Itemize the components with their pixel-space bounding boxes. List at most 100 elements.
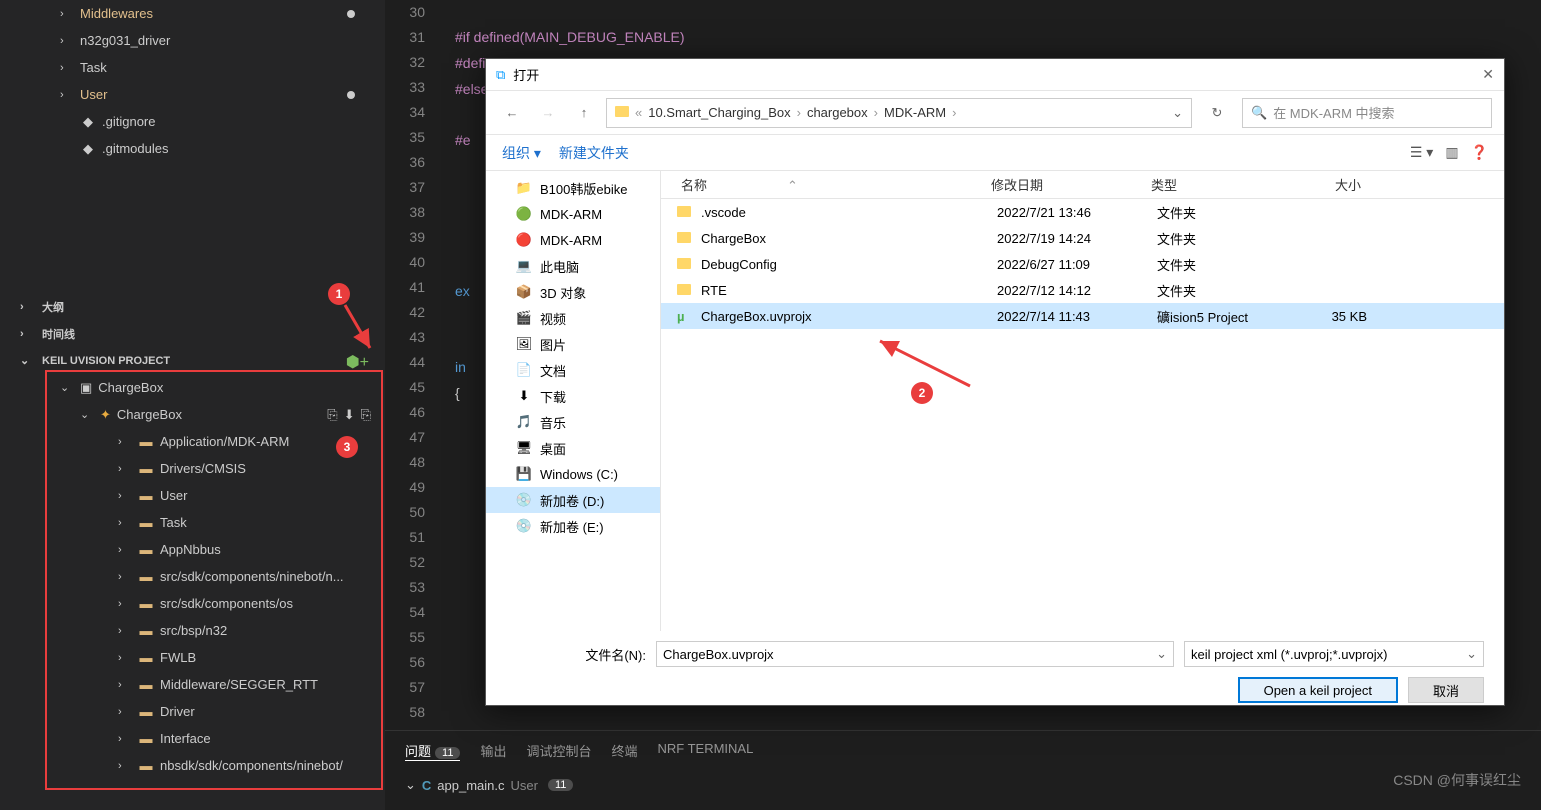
location-icon: 🖼 <box>514 336 534 352</box>
section-timeline[interactable]: ›时间线 <box>0 320 385 347</box>
location-item[interactable]: 📄文档 <box>486 357 660 383</box>
filename-input[interactable]: ChargeBox.uvprojx⌄ <box>656 641 1174 667</box>
tree-item-middlewares[interactable]: › Middlewares <box>60 0 385 27</box>
close-icon[interactable]: ✕ <box>1482 66 1494 83</box>
breadcrumb-item[interactable]: chargebox <box>807 105 868 120</box>
dialog-toolbar: 组织 ▾ 新建文件夹 ☰ ▾ ▥ ❓ <box>486 135 1504 171</box>
folder-icon <box>677 231 695 246</box>
section-outline[interactable]: ›大纲 <box>0 293 385 320</box>
add-project-icon[interactable]: ⬢+ <box>346 352 369 372</box>
breadcrumb-item[interactable]: MDK-ARM <box>884 105 946 120</box>
location-item[interactable]: 🔴MDK-ARM <box>486 227 660 253</box>
back-button[interactable]: ← <box>498 99 526 127</box>
tree-item-gitmodules[interactable]: ◆.gitmodules <box>60 135 385 162</box>
callout-3: 3 <box>336 436 358 458</box>
dialog-body: 📁B100韩版ebike🟢MDK-ARM🔴MDK-ARM💻此电脑📦3D 对象🎬视… <box>486 171 1504 631</box>
watermark: CSDN @何事误红尘 <box>1393 770 1521 790</box>
location-item[interactable]: 📁B100韩版ebike <box>486 175 660 201</box>
sort-icon: ⌃ <box>787 178 798 193</box>
file-row[interactable]: DebugConfig2022/6/27 11:09文件夹 <box>661 251 1504 277</box>
location-icon: ⬇ <box>514 388 534 404</box>
help-icon[interactable]: ❓ <box>1471 144 1488 161</box>
open-button[interactable]: Open a keil project <box>1238 677 1398 703</box>
callout-2: 2 <box>911 382 933 404</box>
new-folder-button[interactable]: 新建文件夹 <box>559 143 629 163</box>
location-item[interactable]: 💿新加卷 (D:) <box>486 487 660 513</box>
header-date[interactable]: 修改日期 <box>991 175 1151 194</box>
header-size[interactable]: 大小 <box>1301 175 1381 194</box>
location-icon: 🎵 <box>514 414 534 430</box>
location-item[interactable]: ⬇下载 <box>486 383 660 409</box>
uvproj-icon: µ <box>677 309 695 324</box>
location-icon: 📄 <box>514 362 534 378</box>
tree-item-driver[interactable]: ›n32g031_driver <box>60 27 385 54</box>
tree-item-gitignore[interactable]: ◆.gitignore <box>60 108 385 135</box>
tree-item-task[interactable]: ›Task <box>60 54 385 81</box>
breadcrumb-item[interactable]: 10.Smart_Charging_Box <box>648 105 790 120</box>
modified-dot-icon <box>347 91 355 99</box>
location-item[interactable]: 🎬视频 <box>486 305 660 331</box>
search-input[interactable]: 🔍在 MDK-ARM 中搜索 <box>1242 98 1492 128</box>
file-row[interactable]: µChargeBox.uvprojx2022/7/14 11:43礦ision5… <box>661 303 1504 329</box>
location-icon: 💿 <box>514 518 534 534</box>
chevron-right-icon: › <box>20 328 36 340</box>
dialog-title: 打开 <box>513 65 539 84</box>
refresh-button[interactable]: ↻ <box>1200 98 1234 128</box>
file-row[interactable]: ChargeBox2022/7/19 14:24文件夹 <box>661 225 1504 251</box>
chevron-down-icon[interactable]: ⌄ <box>1156 646 1167 662</box>
panel-tabs: 问题11 输出 调试控制台 终端 NRF TERMINAL <box>385 731 1541 771</box>
file-list[interactable]: 名称⌃ 修改日期 类型 大小 .vscode2022/7/21 13:46文件夹… <box>661 171 1504 631</box>
tab-output[interactable]: 输出 <box>480 741 506 761</box>
tab-problems[interactable]: 问题11 <box>405 741 460 761</box>
chevron-down-icon[interactable]: ⌄ <box>1172 105 1183 121</box>
chevron-down-icon: ⌄ <box>20 354 36 367</box>
location-item[interactable]: 💻此电脑 <box>486 253 660 279</box>
file-row[interactable]: RTE2022/7/12 14:12文件夹 <box>661 277 1504 303</box>
location-item[interactable]: 🖼图片 <box>486 331 660 357</box>
folder-label: Middlewares <box>80 6 153 21</box>
file-label: .gitmodules <box>102 141 168 156</box>
dialog-footer: 文件名(N): ChargeBox.uvprojx⌄ keil project … <box>486 631 1504 707</box>
location-icon: 💿 <box>514 492 534 508</box>
location-item[interactable]: 💿新加卷 (E:) <box>486 513 660 539</box>
forward-button[interactable]: → <box>534 99 562 127</box>
up-button[interactable]: ↑ <box>570 99 598 127</box>
chevron-right-icon: › <box>60 89 76 101</box>
header-type[interactable]: 类型 <box>1151 175 1301 194</box>
sidebar: › Middlewares ›n32g031_driver ›Task ›User… <box>0 0 385 810</box>
folder-icon <box>677 257 695 272</box>
tab-debug-console[interactable]: 调试控制台 <box>526 741 591 761</box>
dialog-nav: ← → ↑ « 10.Smart_Charging_Box› chargebox… <box>486 91 1504 135</box>
organize-button[interactable]: 组织 ▾ <box>502 143 541 163</box>
location-icon: 🟢 <box>514 206 534 222</box>
cancel-button[interactable]: 取消 <box>1408 677 1484 703</box>
location-icon: 🎬 <box>514 310 534 326</box>
chevron-right-icon: › <box>60 35 76 47</box>
file-row[interactable]: .vscode2022/7/21 13:46文件夹 <box>661 199 1504 225</box>
location-item[interactable]: 🟢MDK-ARM <box>486 201 660 227</box>
breadcrumb-bar[interactable]: « 10.Smart_Charging_Box› chargebox› MDK-… <box>606 98 1192 128</box>
chevron-down-icon: ⌄ <box>1466 646 1477 662</box>
tab-terminal[interactable]: 终端 <box>611 741 637 761</box>
preview-button[interactable]: ▥ <box>1445 144 1458 161</box>
header-name[interactable]: 名称⌃ <box>661 175 991 194</box>
tab-nrf[interactable]: NRF TERMINAL <box>657 741 753 761</box>
file-label: .gitignore <box>102 114 155 129</box>
list-header: 名称⌃ 修改日期 类型 大小 <box>661 171 1504 199</box>
filename-label: 文件名(N): <box>506 645 646 664</box>
location-item[interactable]: 🎵音乐 <box>486 409 660 435</box>
filter-select[interactable]: keil project xml (*.uvproj;*.uvprojx)⌄ <box>1184 641 1484 667</box>
view-button[interactable]: ☰ ▾ <box>1410 144 1433 161</box>
modified-dot-icon <box>347 10 355 18</box>
problems-breadcrumb[interactable]: ⌄ C app_main.c User 11 <box>385 771 1541 799</box>
file-problems-badge: 11 <box>548 779 573 791</box>
tree-item-user[interactable]: ›User <box>60 81 385 108</box>
location-item[interactable]: 🖥桌面 <box>486 435 660 461</box>
location-tree[interactable]: 📁B100韩版ebike🟢MDK-ARM🔴MDK-ARM💻此电脑📦3D 对象🎬视… <box>486 171 661 631</box>
location-item[interactable]: 📦3D 对象 <box>486 279 660 305</box>
folder-icon <box>677 283 695 298</box>
open-file-dialog: ⧉ 打开 ✕ ← → ↑ « 10.Smart_Charging_Box› ch… <box>485 58 1505 706</box>
problems-badge: 11 <box>435 747 460 759</box>
location-item[interactable]: 💾Windows (C:) <box>486 461 660 487</box>
chevron-right-icon: › <box>60 8 76 20</box>
